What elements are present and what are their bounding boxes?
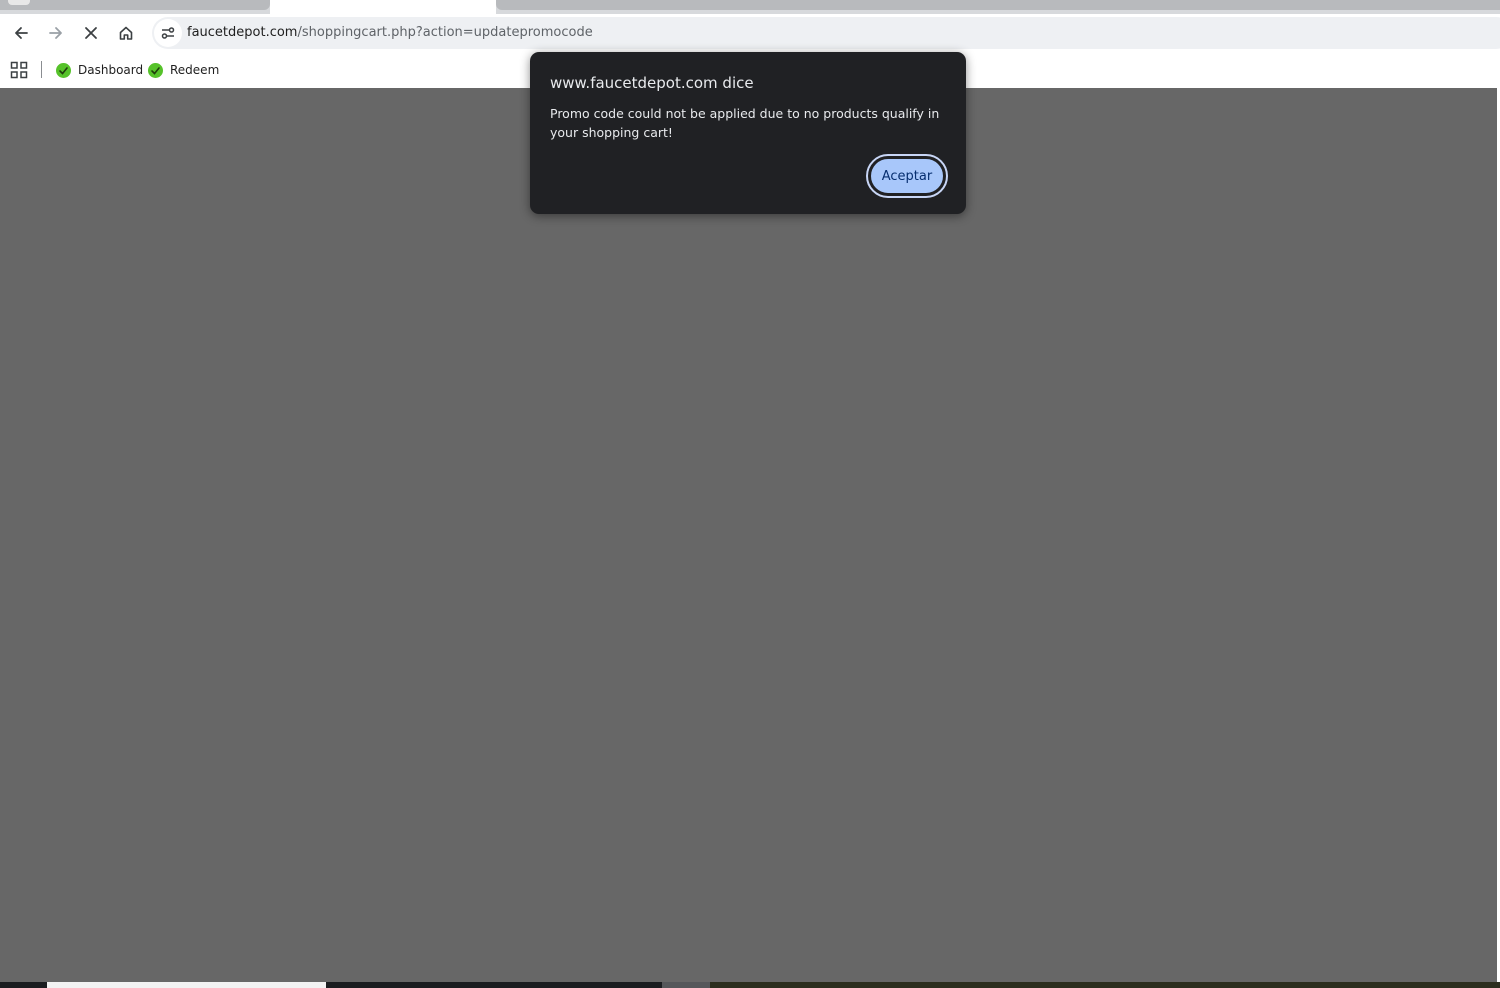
- taskbar-search[interactable]: [47, 982, 326, 988]
- taskbar: [0, 982, 1500, 988]
- taskbar-item[interactable]: [662, 982, 710, 988]
- accept-button-label: Aceptar: [870, 158, 944, 194]
- url-path: /shoppingcart.php?action=updatepromocode: [297, 25, 593, 40]
- address-bar[interactable]: faucetdepot.com/shoppingcart.php?action=…: [152, 17, 1500, 49]
- dialog-message: Promo code could not be applied due to n…: [550, 106, 940, 140]
- url-text[interactable]: faucetdepot.com/shoppingcart.php?action=…: [187, 25, 593, 41]
- bookmarks-separator: [41, 61, 42, 78]
- alert-dialog: www.faucetdepot.com dice Promo code coul…: [530, 52, 966, 214]
- home-icon: [119, 26, 133, 40]
- page-content-overlay: [0, 88, 1497, 982]
- close-icon: [85, 27, 97, 39]
- bookmark-redeem-label: Redeem: [170, 63, 220, 77]
- tune-icon: [161, 27, 175, 39]
- redeem-favicon-icon: [148, 62, 163, 78]
- forward-arrow-icon: [49, 27, 62, 39]
- forward-button[interactable]: [42, 19, 70, 47]
- dialog-title: www.faucetdepot.com dice: [550, 74, 754, 92]
- browser-toolbar: faucetdepot.com/shoppingcart.php?action=…: [0, 14, 1500, 52]
- back-button[interactable]: [7, 19, 35, 47]
- tab-next[interactable]: [496, 0, 1500, 10]
- accept-button[interactable]: Aceptar: [866, 154, 948, 198]
- home-button[interactable]: [112, 19, 140, 47]
- tab-favicon-icon: [8, 0, 30, 5]
- stop-loading-button[interactable]: [77, 19, 105, 47]
- url-domain: faucetdepot.com: [187, 25, 298, 40]
- apps-grid-icon[interactable]: [10, 61, 28, 79]
- tab-strip: [0, 0, 1500, 14]
- tab-previous[interactable]: [0, 0, 270, 10]
- back-arrow-icon: [15, 27, 28, 39]
- bookmark-dashboard[interactable]: Dashboard: [56, 60, 143, 80]
- site-info-button[interactable]: [154, 19, 182, 47]
- taskbar-background: [710, 982, 1500, 988]
- tab-active[interactable]: [270, 0, 496, 14]
- bookmark-dashboard-label: Dashboard: [78, 63, 144, 77]
- bookmark-redeem[interactable]: Redeem: [148, 60, 219, 80]
- dashboard-favicon-icon: [56, 62, 71, 78]
